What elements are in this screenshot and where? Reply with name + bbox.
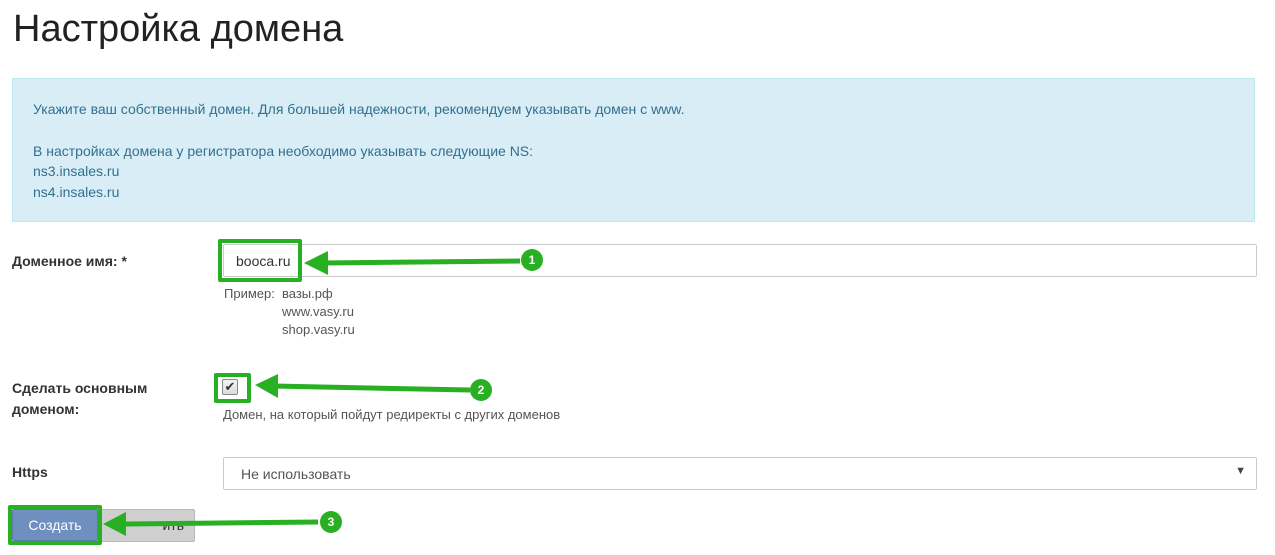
annotation-arrows	[103, 251, 521, 536]
annotation-arrow-1	[304, 251, 521, 275]
annotation-marker-1: 1	[521, 249, 543, 271]
annotation-arrow-2	[255, 374, 471, 398]
annotation-marker-2: 2	[470, 379, 492, 401]
annotation-marker-3: 3	[320, 511, 342, 533]
annotation-arrow-3	[103, 512, 319, 536]
